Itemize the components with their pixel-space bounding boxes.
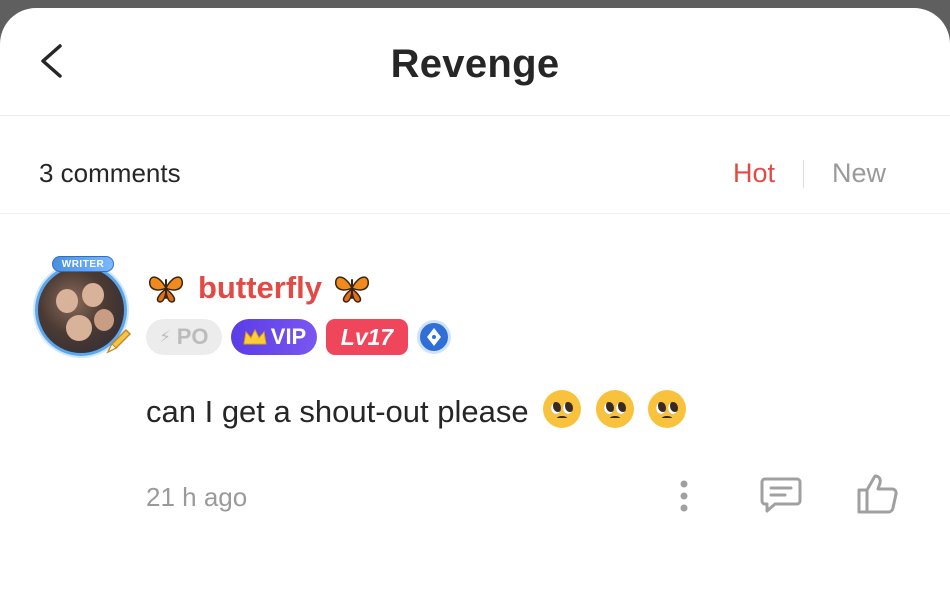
like-icon[interactable] — [853, 470, 901, 518]
username-row: butterfly — [146, 270, 372, 306]
pen-icon — [106, 328, 132, 354]
user-badges: ⚡ PO VIP Lv17 — [146, 319, 460, 355]
comment-count: 3 comments — [39, 158, 181, 188]
comments-sheet: Revenge 3 comments Hot New WRITER butter… — [0, 8, 950, 600]
crown-icon — [243, 328, 267, 345]
po-badge: ⚡ PO — [146, 319, 222, 355]
butterfly-icon — [149, 276, 183, 303]
pleading-face-icon — [648, 390, 687, 428]
level-badge: Lv17 — [326, 319, 408, 355]
comment-body: can I get a shout-out please — [146, 394, 529, 429]
comments-bar: 3 comments Hot New — [0, 116, 950, 214]
page-title: Revenge — [390, 42, 560, 86]
username[interactable]: butterfly — [198, 270, 322, 306]
more-icon[interactable] — [672, 476, 696, 516]
avatar[interactable]: WRITER — [30, 256, 134, 360]
author-pen-badge — [417, 320, 451, 354]
header: Revenge — [0, 8, 950, 116]
butterfly-icon — [335, 276, 369, 303]
po-label: PO — [176, 324, 209, 349]
vip-label: VIP — [270, 324, 307, 349]
sort-toggle: Hot New — [733, 158, 886, 189]
reply-icon[interactable] — [759, 475, 803, 515]
vip-badge: VIP — [231, 319, 317, 355]
comment-timestamp: 21 h ago — [146, 482, 248, 512]
comment-text: can I get a shout-out please — [146, 390, 687, 430]
bolt-icon: ⚡ — [159, 329, 171, 346]
pleading-face-icon — [595, 390, 634, 428]
writer-tag: WRITER — [52, 256, 114, 272]
pen-nib-icon — [427, 328, 441, 346]
pleading-face-icon — [543, 390, 582, 428]
sort-divider — [802, 159, 804, 188]
sort-new-tab[interactable]: New — [832, 158, 886, 189]
sort-hot-tab[interactable]: Hot — [733, 158, 775, 189]
